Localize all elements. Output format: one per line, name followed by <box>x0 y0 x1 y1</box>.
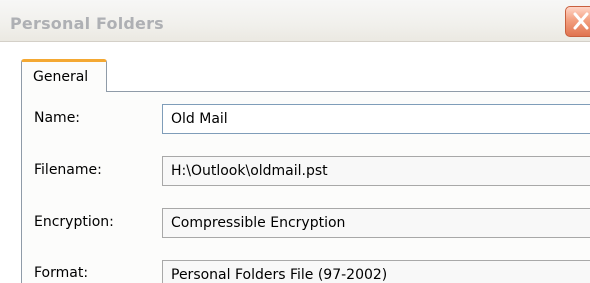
format-label: Format: <box>34 265 89 281</box>
tab-general-label: General <box>33 69 89 85</box>
general-tab-panel: Name: Old Mail Filename: H:\Outlook\oldm… <box>21 91 590 283</box>
window-title: Personal Folders <box>10 14 164 33</box>
filename-value: H:\Outlook\oldmail.pst <box>171 163 328 179</box>
close-button[interactable] <box>565 6 590 37</box>
name-value: Old Mail <box>171 111 228 127</box>
close-icon <box>573 12 589 30</box>
filename-label: Filename: <box>34 162 102 178</box>
name-label: Name: <box>34 110 81 126</box>
tab-general[interactable]: General <box>21 59 107 92</box>
properties-dialog: Personal Folders Name: Old Mail Filename… <box>0 0 590 283</box>
filename-field[interactable]: H:\Outlook\oldmail.pst <box>162 156 590 186</box>
title-bar[interactable]: Personal Folders <box>0 0 590 42</box>
encryption-label: Encryption: <box>34 214 114 230</box>
encryption-field[interactable]: Compressible Encryption <box>162 208 590 238</box>
format-field[interactable]: Personal Folders File (97-2002) <box>162 260 590 283</box>
encryption-value: Compressible Encryption <box>171 215 346 231</box>
name-field[interactable]: Old Mail <box>162 104 590 134</box>
format-value: Personal Folders File (97-2002) <box>171 267 388 283</box>
